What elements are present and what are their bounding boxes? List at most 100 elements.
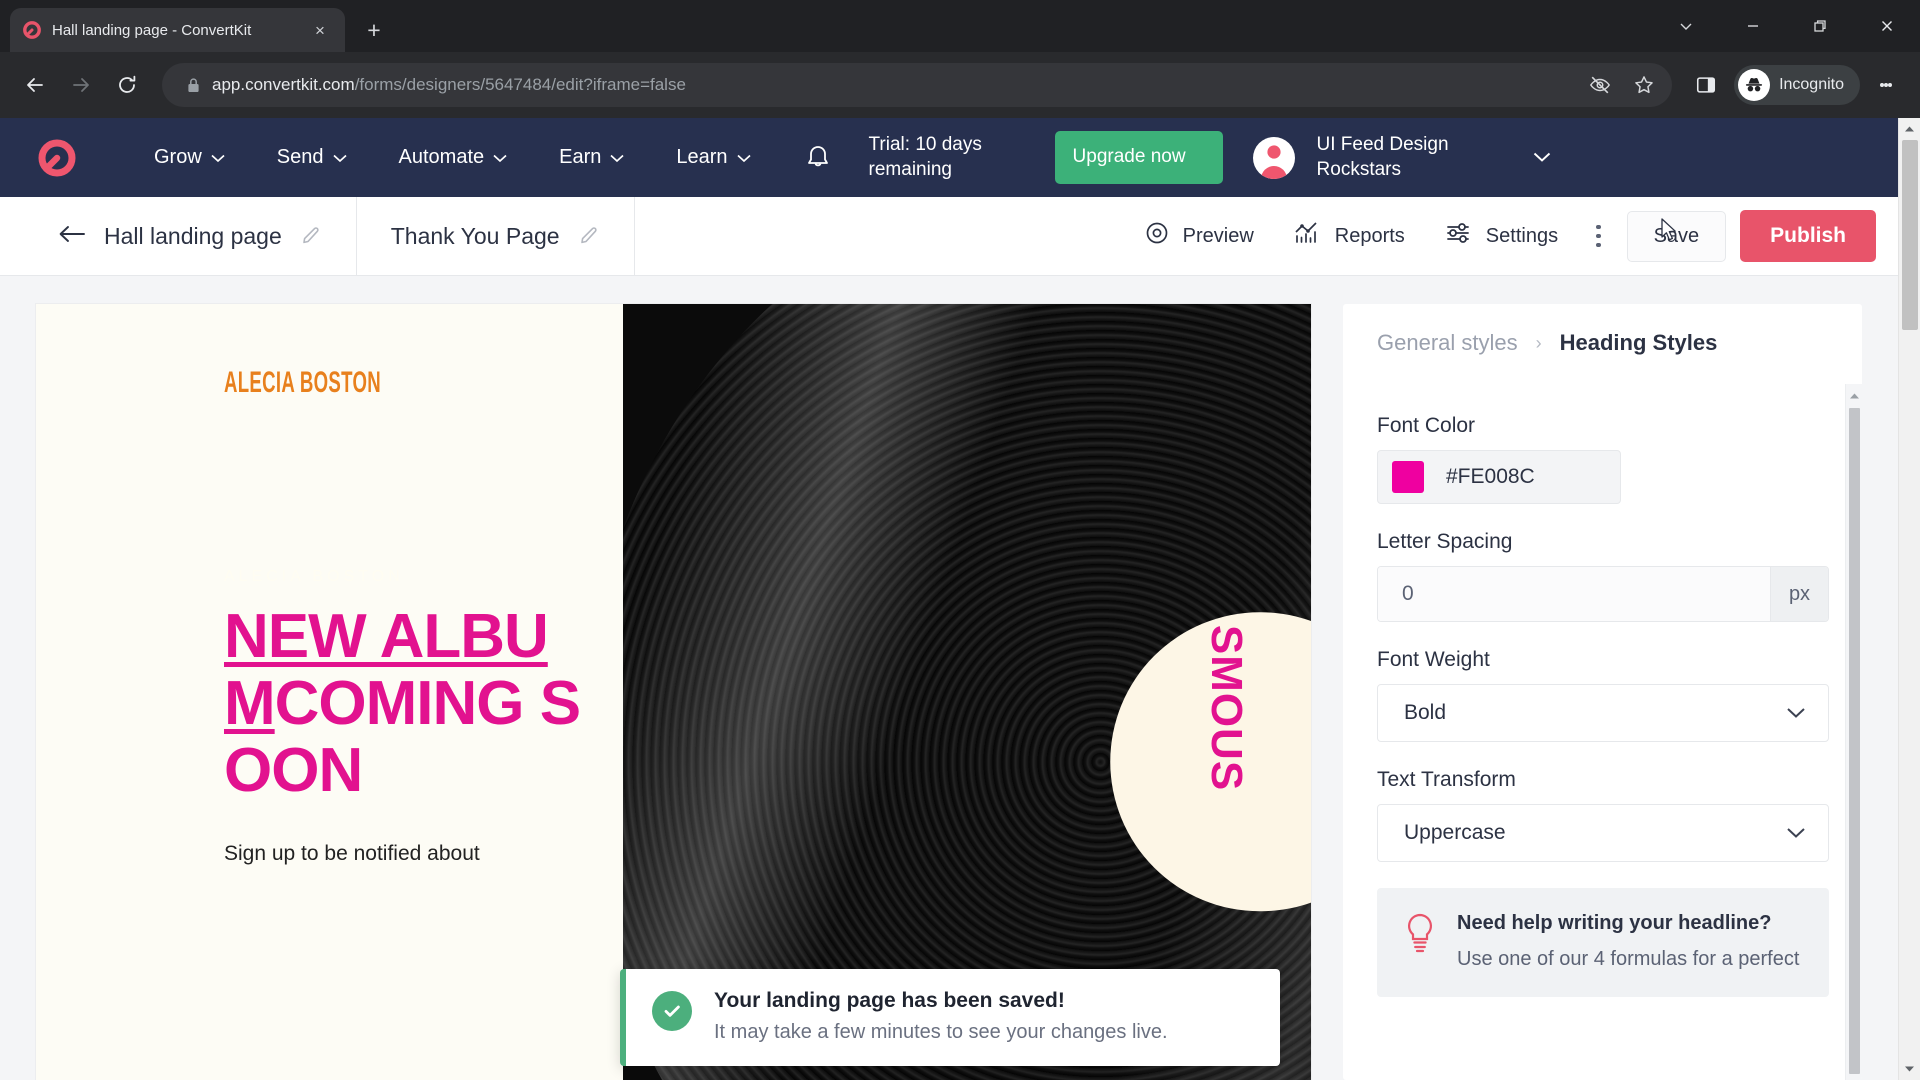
chevron-right-icon: › (1535, 332, 1542, 353)
trial-status: Trial: 10 days remaining (868, 134, 982, 180)
font-color-label: Font Color (1377, 414, 1476, 437)
font-weight-select[interactable]: Bold (1377, 684, 1829, 742)
minimize-icon[interactable] (1719, 0, 1786, 52)
lock-icon (182, 77, 204, 94)
page-scrollbar[interactable] (1898, 118, 1920, 1080)
headline-rest-part: COMING SOON (224, 668, 581, 805)
back-arrow-icon[interactable] (14, 64, 56, 106)
landing-page-eyebrow[interactable]: ALECIA BOSTON (224, 568, 593, 586)
bell-icon[interactable] (795, 144, 841, 172)
page-title: Hall landing page (104, 222, 282, 249)
nav-grow[interactable]: Grow (128, 146, 251, 169)
toast-body: It may take a few minutes to see your ch… (714, 1021, 1168, 1043)
url-path: /forms/designers/5647484/edit?iframe=fal… (354, 75, 686, 94)
reports-label: Reports (1334, 224, 1405, 247)
scroll-up-arrow-icon[interactable] (1849, 387, 1860, 405)
landing-page-headline[interactable]: NEW ALBUMCOMING SOON (224, 603, 593, 805)
page-scrollbar-track[interactable] (1899, 140, 1920, 1058)
app-header: Grow Send Automate Earn Learn Trial: 10 … (0, 118, 1898, 197)
profile-label: Incognito (1779, 76, 1844, 93)
publish-button[interactable]: Publish (1740, 210, 1876, 262)
chevron-down-icon[interactable] (1533, 152, 1551, 163)
landing-page-subtext[interactable]: Sign up to be notified about (224, 839, 593, 869)
font-color-field: Font Color #FE008C (1377, 414, 1815, 504)
tip-text-group: Need help writing your headline? Use one… (1457, 912, 1799, 973)
nav-learn-label: Learn (676, 146, 728, 168)
font-weight-field: Font Weight Bold (1377, 648, 1829, 742)
landing-page-canvas[interactable]: ALECIA BOSTON ALECIA BOSTON NEW ALBUMCOM… (36, 304, 1311, 1080)
check-circle-icon (652, 991, 692, 1031)
nav-automate[interactable]: Automate (373, 146, 534, 169)
eye-preview-icon (1144, 220, 1170, 252)
font-color-input[interactable]: #FE008C (1377, 450, 1621, 504)
toast-text-group: Your landing page has been saved! It may… (714, 989, 1168, 1044)
restore-icon[interactable] (1786, 0, 1853, 52)
nav-learn[interactable]: Learn (650, 146, 776, 169)
account-name[interactable]: UI Feed Design Rockstars (1317, 133, 1487, 182)
breadcrumb: General styles › Heading Styles (1343, 304, 1862, 384)
chevron-down-icon (1786, 821, 1806, 845)
address-bar[interactable]: app.convertkit.com/forms/designers/56474… (162, 63, 1673, 107)
forward-arrow-icon[interactable] (60, 64, 102, 106)
new-tab-button[interactable]: + (357, 13, 391, 47)
eye-off-icon[interactable] (1580, 65, 1620, 105)
landing-page-vertical-text: SMOUS (1201, 624, 1251, 791)
side-panel-icon[interactable] (1686, 65, 1726, 105)
color-swatch[interactable] (1392, 461, 1424, 493)
url-origin: app.convertkit.com (212, 75, 355, 94)
nav-send[interactable]: Send (251, 146, 373, 169)
convertkit-logo-icon[interactable] (34, 135, 80, 181)
pencil-icon[interactable] (578, 225, 600, 247)
letter-spacing-input[interactable] (1378, 567, 1770, 621)
chevron-down-icon (1786, 701, 1806, 725)
lightbulb-icon (1403, 912, 1437, 973)
close-icon[interactable]: × (307, 17, 333, 43)
incognito-hat-icon (1738, 69, 1771, 101)
convertkit-app: Grow Send Automate Earn Learn Trial: 10 … (0, 118, 1898, 1080)
chevron-down-icon (211, 146, 225, 169)
upgrade-now-button[interactable]: Upgrade now (1054, 131, 1223, 184)
settings-label: Settings (1485, 224, 1559, 247)
breadcrumb-current: Heading Styles (1559, 330, 1718, 355)
scroll-down-arrow-icon[interactable] (1904, 1058, 1915, 1080)
preview-label: Preview (1182, 224, 1254, 247)
settings-button[interactable]: Settings (1425, 197, 1578, 275)
tab-search-chevron-icon[interactable] (1652, 0, 1719, 52)
text-transform-select[interactable]: Uppercase (1377, 804, 1829, 862)
styles-panel-body: Font Color #FE008C Letter Spacing 0 px F… (1343, 384, 1862, 1080)
font-color-value: #FE008C (1446, 465, 1535, 488)
browser-tab[interactable]: Hall landing page - ConvertKit × (10, 8, 345, 52)
scroll-up-arrow-icon[interactable] (1904, 118, 1915, 140)
preview-button[interactable]: Preview (1124, 197, 1274, 275)
nav-earn[interactable]: Earn (533, 146, 650, 169)
headline-tip-box[interactable]: Need help writing your headline? Use one… (1377, 888, 1829, 997)
three-dot-menu-icon[interactable] (1866, 62, 1906, 108)
styles-panel: General styles › Heading Styles Font Col… (1343, 304, 1898, 1080)
toast-notification: Your landing page has been saved! It may… (620, 969, 1280, 1066)
reports-button[interactable]: Reports (1274, 197, 1425, 275)
profile-incognito-button[interactable]: Incognito (1734, 65, 1860, 105)
styles-panel-scroll-content: Font Color #FE008C Letter Spacing 0 px F… (1343, 384, 1845, 1080)
pencil-icon[interactable] (300, 225, 322, 247)
chevron-down-icon (332, 146, 347, 169)
save-label: Save (1653, 224, 1700, 247)
canvas-container: ALECIA BOSTON ALECIA BOSTON NEW ALBUMCOM… (0, 304, 1343, 1080)
page-scrollbar-thumb[interactable] (1902, 140, 1918, 330)
avatar[interactable] (1252, 136, 1295, 179)
landing-page-brand[interactable]: ALECIA BOSTON (224, 366, 452, 400)
thankyou-page-group[interactable]: Thank You Page (357, 197, 635, 275)
chart-reports-icon (1294, 220, 1322, 252)
reload-icon[interactable] (106, 64, 148, 106)
breadcrumb-general-styles[interactable]: General styles (1377, 330, 1518, 356)
panel-scrollbar[interactable] (1845, 384, 1862, 1080)
chevron-down-icon (736, 146, 751, 169)
browser-titlebar: Hall landing page - ConvertKit × + (0, 0, 1920, 52)
save-button[interactable]: Save (1626, 210, 1727, 262)
panel-scrollbar-thumb[interactable] (1848, 408, 1860, 1074)
omnibox-actions (1580, 65, 1664, 105)
back-arrow-icon[interactable] (58, 224, 86, 249)
close-icon[interactable] (1853, 0, 1920, 52)
browser-window: Hall landing page - ConvertKit × + app.c… (0, 0, 1920, 1080)
three-dot-menu-icon[interactable] (1578, 223, 1619, 250)
star-icon[interactable] (1624, 65, 1664, 105)
